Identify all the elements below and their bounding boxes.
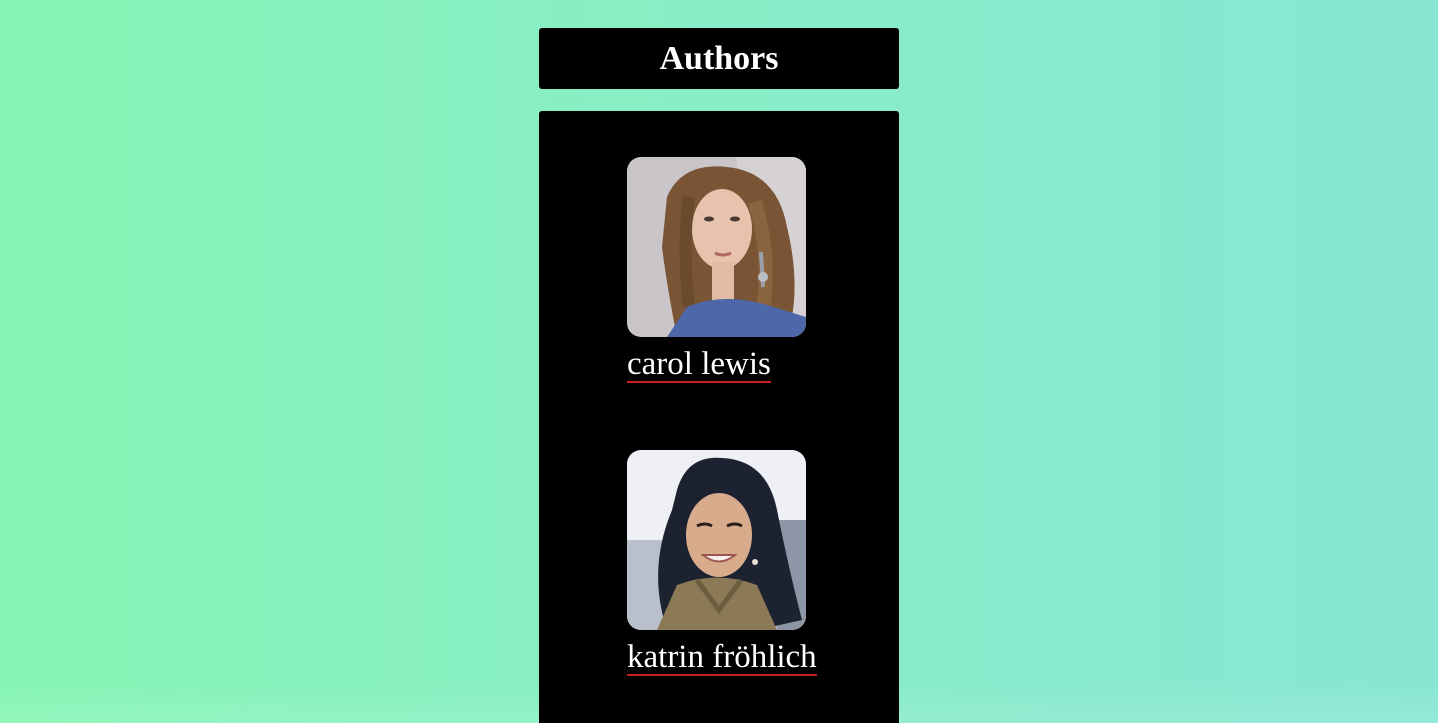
author-card: katrin fröhlich: [627, 450, 867, 676]
authors-header: Authors: [539, 28, 899, 89]
author-photo[interactable]: [627, 450, 806, 630]
author-photo[interactable]: [627, 157, 806, 337]
author-card: carol lewis: [627, 157, 867, 383]
page-title: Authors: [659, 39, 779, 77]
author-name-link[interactable]: katrin fröhlich: [627, 640, 817, 676]
portrait-photo-icon: [627, 157, 806, 337]
portrait-photo-icon: [627, 450, 806, 630]
authors-panel: carol lewis katrin fröhlich: [539, 111, 899, 723]
author-name-link[interactable]: carol lewis: [627, 347, 771, 383]
